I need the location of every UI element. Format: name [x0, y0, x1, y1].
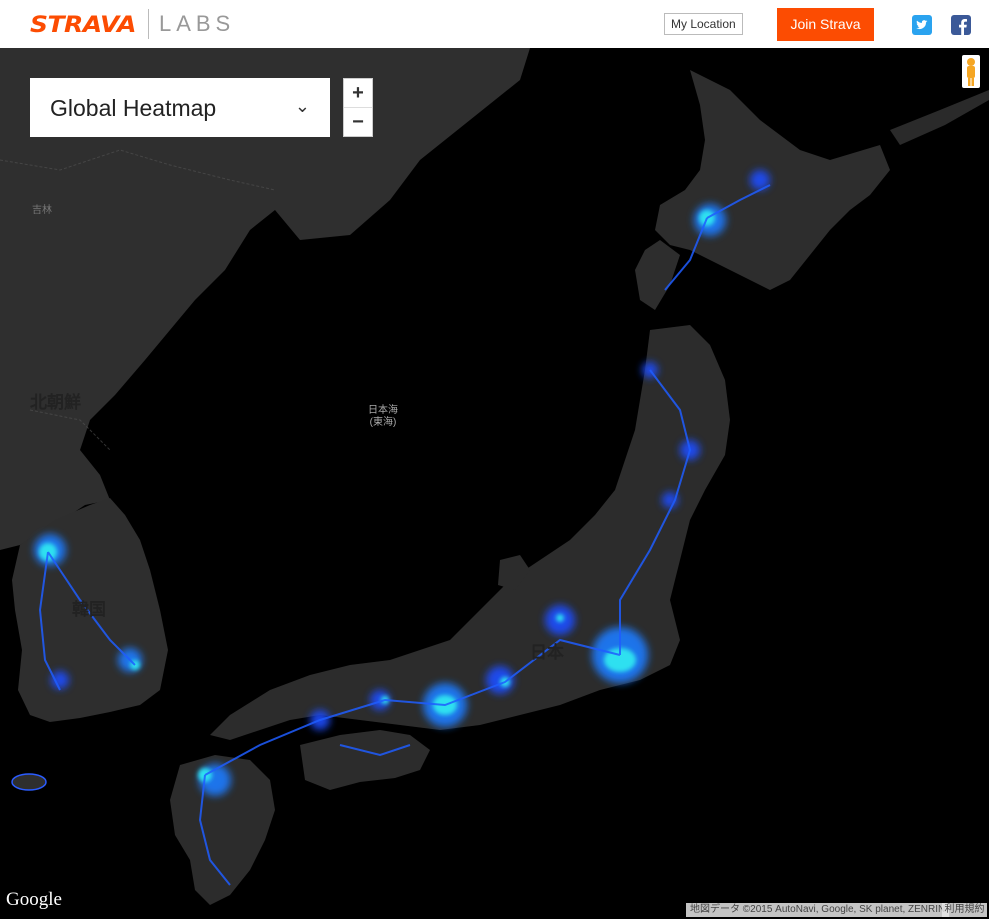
map-canvas: [0, 48, 989, 905]
map-type-select[interactable]: Global Heatmap ⌄: [30, 78, 330, 137]
labs-wordmark: LABS: [158, 11, 236, 36]
top-header: STRAVA LABS My Location Join Strava: [0, 0, 989, 48]
my-location-button[interactable]: My Location: [664, 13, 743, 35]
kuril-coast: [890, 90, 989, 145]
map-attribution: 地図データ ©2015 AutoNavi, Google, SK planet,…: [686, 903, 950, 917]
heatmap-map[interactable]: 日本海 (東海) 北朝鮮 韓国 日本 吉林: [0, 48, 989, 919]
google-logo: Google: [6, 889, 62, 910]
street-view-pegman-icon[interactable]: [962, 55, 980, 88]
terms-link[interactable]: 利用規約: [942, 903, 987, 917]
strava-labs-logo[interactable]: STRAVA LABS: [30, 9, 235, 39]
honshu-landmass: [210, 325, 730, 740]
facebook-icon[interactable]: [951, 15, 971, 35]
chevron-down-icon: ⌄: [294, 96, 310, 116]
jeju-island: [11, 773, 47, 791]
strava-wordmark: STRAVA: [30, 10, 136, 38]
japan-label: 日本: [530, 643, 564, 662]
shikoku-landmass: [300, 730, 430, 790]
logo-divider: [147, 9, 149, 39]
zoom-control: + −: [343, 78, 373, 137]
map-type-label: Global Heatmap: [50, 95, 217, 121]
south-korea-label: 韓国: [72, 600, 106, 619]
zoom-in-button[interactable]: +: [344, 79, 372, 108]
north-korea-label: 北朝鮮: [30, 393, 81, 412]
join-strava-button[interactable]: Join Strava: [777, 8, 874, 41]
oshima-peninsula: [635, 240, 680, 310]
zoom-out-button[interactable]: −: [344, 108, 372, 136]
sea-label: 日本海 (東海): [368, 405, 398, 428]
twitter-icon[interactable]: [912, 15, 932, 35]
city-label: 吉林: [32, 205, 52, 216]
